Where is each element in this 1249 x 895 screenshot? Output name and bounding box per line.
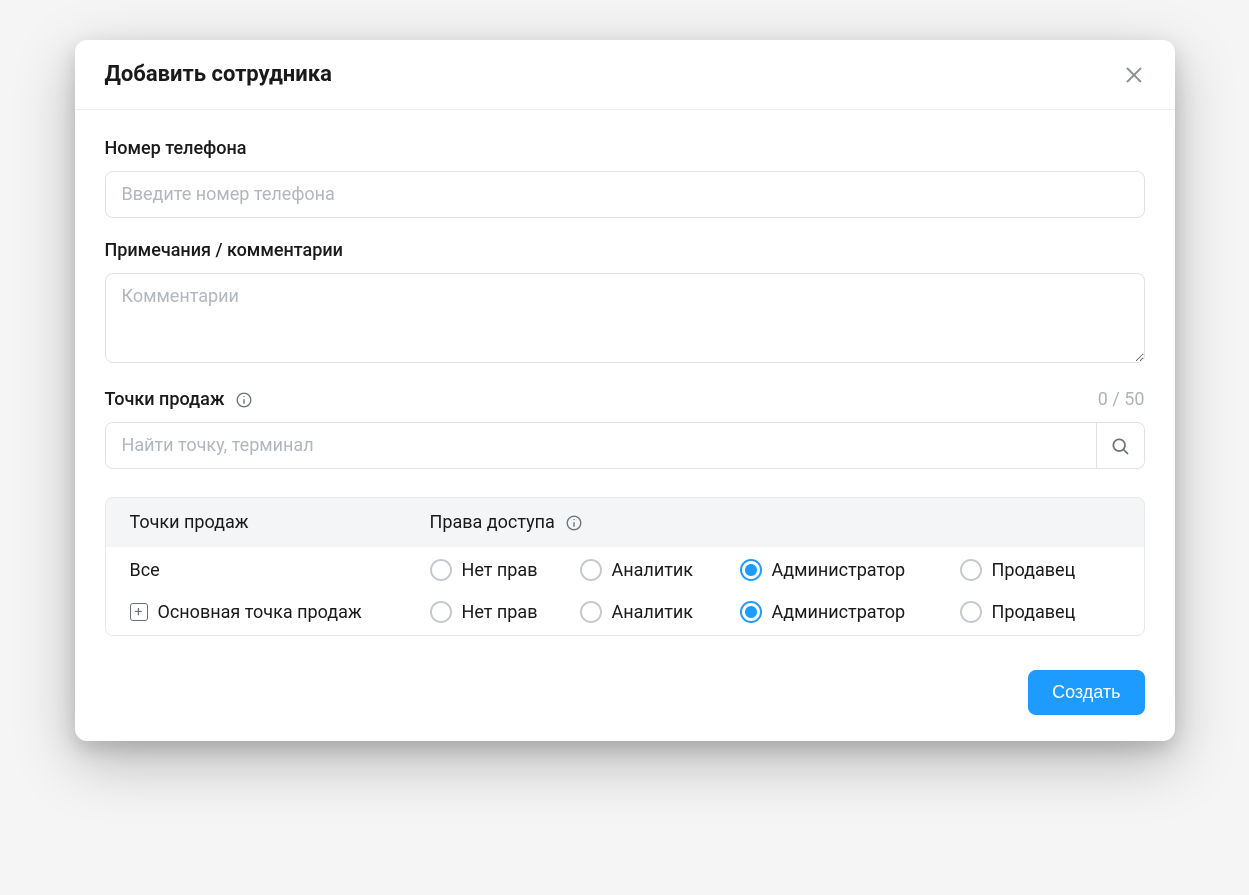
row-name-cell: + Основная точка продаж bbox=[130, 602, 430, 623]
salespoints-search-input[interactable] bbox=[106, 423, 1096, 468]
table-row: + Основная точка продаж Нет прав Аналитик Ад… bbox=[106, 593, 1144, 635]
radio-icon bbox=[580, 601, 602, 623]
role-radio[interactable]: Аналитик bbox=[580, 559, 740, 581]
salespoints-field: Точки продаж 0 / 50 bbox=[105, 389, 1145, 469]
role-label: Нет прав bbox=[462, 560, 538, 581]
role-label: Администратор bbox=[772, 602, 906, 623]
role-label: Продавец bbox=[992, 602, 1076, 623]
radio-icon bbox=[430, 601, 452, 623]
table-header: Точки продаж Права доступа bbox=[106, 498, 1144, 547]
create-button[interactable]: Создать bbox=[1028, 670, 1144, 715]
info-icon[interactable] bbox=[565, 514, 583, 532]
row-roles-cell: Нет прав Аналитик Администратор Продавец bbox=[430, 601, 1120, 623]
role-label: Аналитик bbox=[612, 560, 693, 581]
roles-table: Точки продаж Права доступа Все Нет прав Ан… bbox=[105, 497, 1145, 636]
table-header-access-label: Права доступа bbox=[430, 512, 555, 533]
table-header-access: Права доступа bbox=[430, 512, 1120, 533]
salespoints-label: Точки продаж bbox=[105, 389, 225, 410]
modal-body: Номер телефона Примечания / комментарии … bbox=[75, 110, 1175, 741]
role-radio[interactable]: Продавец bbox=[960, 601, 1120, 623]
role-label: Нет прав bbox=[462, 602, 538, 623]
role-radio[interactable]: Администратор bbox=[740, 559, 960, 581]
role-radio[interactable]: Продавец bbox=[960, 559, 1120, 581]
radio-icon bbox=[580, 559, 602, 581]
expand-icon[interactable]: + bbox=[130, 603, 148, 621]
row-name-cell: Все bbox=[130, 560, 430, 581]
radio-icon bbox=[740, 559, 762, 581]
modal-header: Добавить сотрудника bbox=[75, 40, 1175, 110]
comments-field: Примечания / комментарии bbox=[105, 240, 1145, 367]
radio-icon bbox=[960, 601, 982, 623]
comments-label: Примечания / комментарии bbox=[105, 240, 1145, 261]
phone-input[interactable] bbox=[105, 171, 1145, 218]
modal-title: Добавить сотрудника bbox=[105, 62, 332, 87]
table-header-salespoints: Точки продаж bbox=[130, 512, 430, 533]
role-radio[interactable]: Нет прав bbox=[430, 559, 580, 581]
role-radio[interactable]: Аналитик bbox=[580, 601, 740, 623]
search-button[interactable] bbox=[1096, 423, 1144, 468]
comments-counter: 0 / 50 bbox=[1098, 389, 1145, 410]
info-icon[interactable] bbox=[235, 391, 253, 409]
close-icon[interactable] bbox=[1123, 64, 1145, 86]
search-icon bbox=[1110, 436, 1130, 456]
radio-icon bbox=[740, 601, 762, 623]
role-label: Продавец bbox=[992, 560, 1076, 581]
role-radio[interactable]: Администратор bbox=[740, 601, 960, 623]
phone-label: Номер телефона bbox=[105, 138, 1145, 159]
modal-footer: Создать bbox=[105, 670, 1145, 715]
role-label: Аналитик bbox=[612, 602, 693, 623]
salespoints-search bbox=[105, 422, 1145, 469]
table-body: Все Нет прав Аналитик Администратор Продавец… bbox=[106, 547, 1144, 635]
radio-icon bbox=[430, 559, 452, 581]
table-row: Все Нет прав Аналитик Администратор Продавец bbox=[106, 547, 1144, 593]
row-name-label: Все bbox=[130, 560, 160, 581]
phone-field: Номер телефона bbox=[105, 138, 1145, 218]
comments-textarea[interactable] bbox=[105, 273, 1145, 363]
row-roles-cell: Нет прав Аналитик Администратор Продавец bbox=[430, 559, 1120, 581]
add-employee-modal: Добавить сотрудника Номер телефона Приме… bbox=[75, 40, 1175, 741]
radio-icon bbox=[960, 559, 982, 581]
role-radio[interactable]: Нет прав bbox=[430, 601, 580, 623]
row-name-label: Основная точка продаж bbox=[158, 602, 362, 623]
role-label: Администратор bbox=[772, 560, 906, 581]
